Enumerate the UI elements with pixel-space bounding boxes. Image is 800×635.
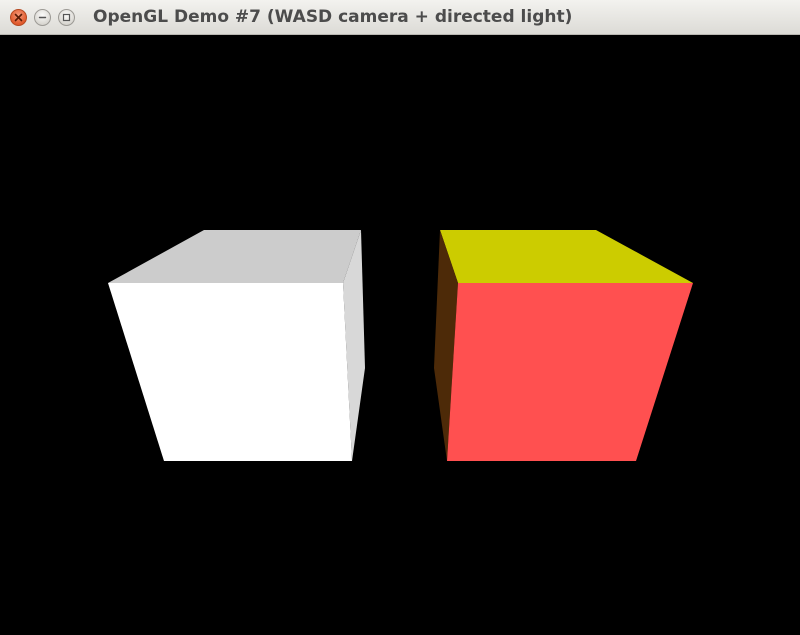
red-cube-front-face: [447, 283, 693, 461]
white-cube: [108, 230, 365, 461]
white-cube-top-face: [108, 230, 361, 283]
red-cube: [434, 230, 693, 461]
close-button[interactable]: [10, 9, 27, 26]
maximize-icon: [62, 13, 71, 22]
minimize-button[interactable]: [34, 9, 51, 26]
opengl-viewport[interactable]: [0, 35, 800, 635]
window-title: OpenGL Demo #7 (WASD camera + directed l…: [93, 7, 573, 27]
red-cube-top-face: [440, 230, 693, 283]
title-bar[interactable]: OpenGL Demo #7 (WASD camera + directed l…: [0, 0, 800, 35]
white-cube-front-face: [108, 283, 352, 461]
maximize-button[interactable]: [58, 9, 75, 26]
scene-canvas: [108, 230, 693, 461]
close-icon: [14, 13, 23, 22]
minimize-icon: [38, 16, 47, 19]
app-window: OpenGL Demo #7 (WASD camera + directed l…: [0, 0, 800, 635]
